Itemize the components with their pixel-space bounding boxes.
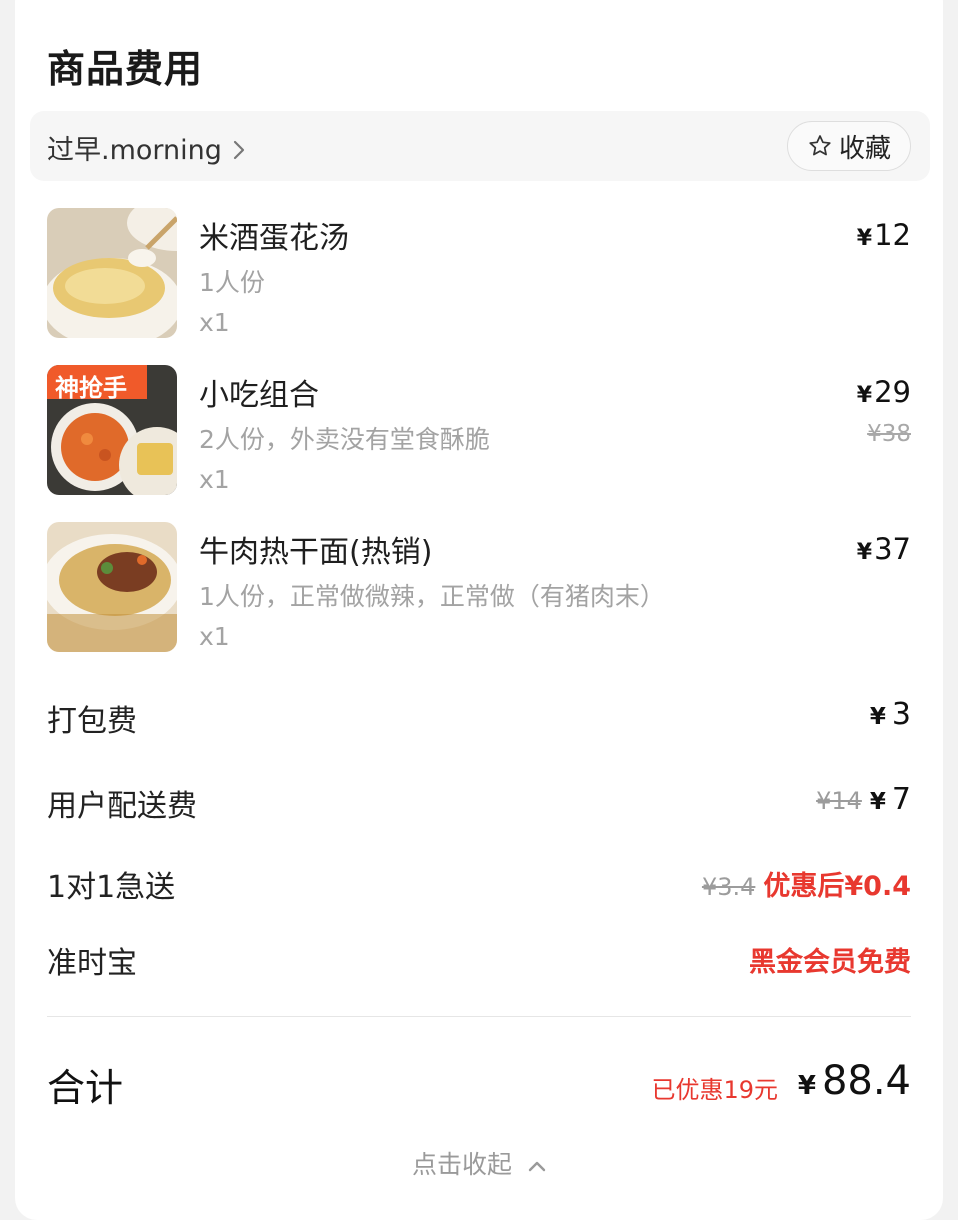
total-value: ¥88.4 [798,1058,911,1104]
ontime-value: 黑金会员免费 [749,947,911,978]
item-name[interactable]: 米酒蛋花汤 [199,213,349,257]
ontime-label: 准时宝 [47,946,137,981]
discount-text: 已优惠19元 [651,1076,778,1104]
chevron-up-icon [528,1161,546,1172]
collapse-button[interactable]: 点击收起 [0,1145,958,1181]
packing-fee-label: 打包费 [47,704,137,739]
item-name[interactable]: 小吃组合 [199,370,319,414]
total-label: 合计 [47,1066,124,1110]
item-spec: 1人份，正常做微辣，正常做（有猪肉末） [199,582,665,611]
item-quantity: x1 [199,308,230,337]
divider [47,1016,911,1017]
currency-symbol: ¥ [869,704,886,730]
currency-symbol: ¥ [856,226,873,251]
hot-deal-badge: 神抢手 [55,374,127,402]
currency-symbol: ¥ [856,383,873,408]
packing-fee-amount: 3 [891,697,911,732]
delivery-fee-label: 用户配送费 [47,789,197,824]
item-quantity: x1 [199,465,230,494]
delivery-fee-value: ¥14 ¥7 [816,782,911,817]
shop-name: 过早.morning [47,135,222,166]
item-price-value: 37 [874,532,911,566]
item-thumbnail-egg-soup[interactable] [47,208,177,338]
item-price-value: 29 [874,375,911,409]
item-name[interactable]: 牛肉热干面(热销) [199,527,432,571]
section-title: 商品费用 [47,47,204,91]
currency-symbol: ¥ [856,540,873,565]
favorite-button[interactable]: 收藏 [787,121,911,171]
express-fee-label: 1对1急送 [47,870,176,905]
item-price-value: 12 [874,218,911,252]
item-price: ¥37 [857,532,911,566]
item-spec: 1人份 [199,268,265,297]
item-spec: 2人份，外卖没有堂食酥脆 [199,425,490,454]
chevron-right-icon [232,137,246,159]
item-quantity: x1 [199,622,230,651]
currency-symbol: ¥ [797,1071,816,1101]
collapse-label: 点击收起 [412,1150,513,1179]
item-original-price: ¥38 [867,421,911,447]
total-amount: 88.4 [821,1058,911,1104]
express-fee-value: ¥3.4 优惠后¥0.4 [702,864,911,903]
express-fee-discounted: 优惠后¥0.4 [763,871,911,902]
item-price: ¥29 [857,375,911,409]
shop-link[interactable]: 过早.morning [47,128,246,167]
express-fee-original: ¥3.4 [701,873,756,901]
delivery-fee-original: ¥14 [816,787,862,815]
star-icon [809,135,831,156]
favorite-label: 收藏 [838,133,891,164]
item-thumbnail-beef-noodle[interactable] [47,522,177,652]
delivery-fee-amount: 7 [891,782,911,817]
packing-fee-value: ¥3 [870,697,911,732]
currency-symbol: ¥ [869,789,886,815]
item-price: ¥12 [857,218,911,252]
